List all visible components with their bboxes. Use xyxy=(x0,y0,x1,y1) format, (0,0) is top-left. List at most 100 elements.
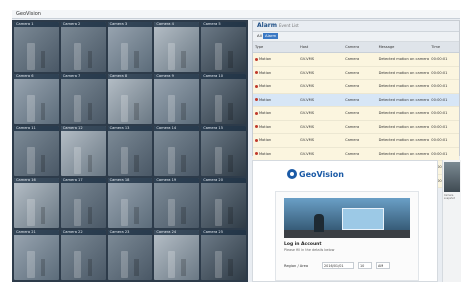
camera-tile[interactable]: Camera 15 xyxy=(201,126,246,176)
person-shape xyxy=(314,214,324,232)
table-cell: 00:00:01 xyxy=(429,52,459,67)
camera-tile[interactable]: Camera 1 xyxy=(14,22,59,72)
camera-scene-shape xyxy=(74,94,82,122)
table-row[interactable]: Motion GV-VMSCameraDetected motion on cam… xyxy=(253,79,459,94)
alarm-status-icon xyxy=(255,57,258,61)
camera-scene-shape xyxy=(87,206,93,224)
hour-input[interactable]: 10 xyxy=(358,262,372,269)
filter-alarm-button[interactable]: Alarm xyxy=(263,33,279,39)
table-cell: GV-VMS xyxy=(298,120,344,134)
camera-tile[interactable]: Camera 24 xyxy=(154,230,200,280)
camera-tile[interactable]: Camera 7 xyxy=(60,74,106,124)
camera-scene-shape xyxy=(134,154,139,172)
geovision-logo-icon xyxy=(287,169,297,179)
camera-label: Camera 25 xyxy=(201,230,246,235)
table-row[interactable]: Motion GV-VMSCameraDetected motion on cam… xyxy=(253,106,459,121)
camera-scene-shape xyxy=(40,154,46,172)
camera-label: Camera 24 xyxy=(154,230,200,235)
camera-scene-shape xyxy=(74,146,82,174)
table-row[interactable]: Motion GV-VMSCameraDetected motion on cam… xyxy=(253,52,459,67)
table-cell: GV-VMS xyxy=(298,106,344,121)
column-header-message[interactable]: Message xyxy=(376,42,430,53)
camera-tile[interactable]: Camera 11 xyxy=(14,126,59,176)
camera-tile[interactable]: Camera 21 xyxy=(14,230,59,280)
camera-scene-shape xyxy=(228,154,233,172)
camera-tile[interactable]: Camera 9 xyxy=(154,74,200,124)
camera-tile[interactable]: Camera 25 xyxy=(201,230,246,280)
camera-tile[interactable]: Camera 18 xyxy=(107,178,153,228)
alarm-status-icon xyxy=(255,125,258,129)
camera-tile[interactable]: Camera 3 xyxy=(107,22,153,72)
camera-tile[interactable]: Camera 4 xyxy=(154,22,200,72)
column-header-host[interactable]: Host xyxy=(298,42,344,53)
camera-scene-shape xyxy=(214,198,222,226)
camera-tile[interactable]: Camera 17 xyxy=(60,178,106,228)
table-row[interactable]: Motion GV-VMSCameraDetected motion on cam… xyxy=(253,133,459,148)
camera-tile[interactable]: Camera 12 xyxy=(60,126,106,176)
camera-label: Camera 13 xyxy=(107,126,153,131)
camera-scene-shape xyxy=(134,206,139,224)
camera-tile[interactable]: Camera 22 xyxy=(60,230,106,280)
alarm-toolbar: All Alarm xyxy=(253,32,459,42)
camera-scene-shape xyxy=(167,250,175,278)
camera-tile[interactable]: Camera 5 xyxy=(201,22,246,72)
login-card: Log in Account Please fill in the detail… xyxy=(275,191,419,281)
camera-scene-shape xyxy=(74,42,82,70)
table-cell: GV-VMS xyxy=(298,93,344,107)
cell-text: Motion xyxy=(259,151,272,156)
camera-tile[interactable]: Camera 19 xyxy=(154,178,200,228)
ampm-select[interactable]: AM xyxy=(376,262,390,269)
camera-tile[interactable]: Camera 16 xyxy=(14,178,59,228)
card-subheading: Please fill in the details below xyxy=(284,248,335,252)
camera-scene-shape xyxy=(40,50,46,68)
alarm-status-icon xyxy=(255,71,258,75)
camera-tile[interactable]: Camera 13 xyxy=(107,126,153,176)
table-row[interactable]: Motion GV-VMSCameraDetected motion on cam… xyxy=(253,147,459,161)
camera-label: Camera 10 xyxy=(201,74,246,79)
table-cell: GV-VMS xyxy=(298,66,344,80)
form-label: Region / Area xyxy=(284,264,309,268)
camera-scene-shape xyxy=(214,94,222,122)
cell-text: Motion xyxy=(259,84,272,89)
camera-scene-shape xyxy=(167,146,175,174)
side-camera-panel: Camera snapshot xyxy=(442,160,461,282)
camera-tile[interactable]: Camera 14 xyxy=(154,126,200,176)
camera-scene-shape xyxy=(27,250,35,278)
table-row[interactable]: Motion GV-VMSCameraDetected motion on cam… xyxy=(253,66,459,80)
camera-tile[interactable]: Camera 23 xyxy=(107,230,153,280)
alarm-header: Alarm Event List xyxy=(253,21,459,32)
table-row[interactable]: Motion GV-VMSCameraDetected motion on cam… xyxy=(253,120,459,134)
camera-tile[interactable]: Camera 20 xyxy=(201,178,246,228)
camera-tile[interactable]: Camera 8 xyxy=(107,74,153,124)
date-input[interactable]: 2016/01/01 xyxy=(322,262,354,269)
table-cell: Camera xyxy=(343,106,377,121)
camera-scene-shape xyxy=(87,258,93,276)
column-header-type[interactable]: Type xyxy=(253,42,299,53)
camera-tile[interactable]: Camera 2 xyxy=(60,22,106,72)
table-cell: Camera xyxy=(343,147,377,161)
camera-label: Camera 7 xyxy=(60,74,106,79)
alarm-status-icon xyxy=(255,152,258,156)
cell-text: Motion xyxy=(259,70,272,75)
window-title: GeoVision xyxy=(12,10,460,19)
table-cell: Detected motion on camera xyxy=(376,133,430,148)
table-cell: 00:00:01 xyxy=(429,120,459,134)
camera-label: Camera 14 xyxy=(154,126,200,131)
camera-tile[interactable]: Camera 10 xyxy=(201,74,246,124)
column-header-camera[interactable]: Camera xyxy=(343,42,377,53)
camera-label: Camera 2 xyxy=(60,22,106,27)
camera-label: Camera 15 xyxy=(201,126,246,131)
camera-scene-shape xyxy=(181,50,186,68)
camera-scene-shape xyxy=(181,102,186,120)
camera-scene-shape xyxy=(228,258,233,276)
table-row[interactable]: Motion GV-VMSCameraDetected motion on cam… xyxy=(253,93,459,107)
camera-scene-shape xyxy=(167,198,175,226)
camera-tile[interactable]: Camera 6 xyxy=(14,74,59,124)
column-header-time[interactable]: Time xyxy=(429,42,459,53)
table-cell: Detected motion on camera xyxy=(376,147,430,161)
alarm-panel: Alarm Event List All Alarm Type Host Cam… xyxy=(252,20,460,188)
camera-scene-shape xyxy=(214,250,222,278)
document-preview: GeoVision Log in Account Please fill in … xyxy=(252,160,438,282)
camera-scene-shape xyxy=(121,250,129,278)
camera-label: Camera 19 xyxy=(154,178,200,183)
